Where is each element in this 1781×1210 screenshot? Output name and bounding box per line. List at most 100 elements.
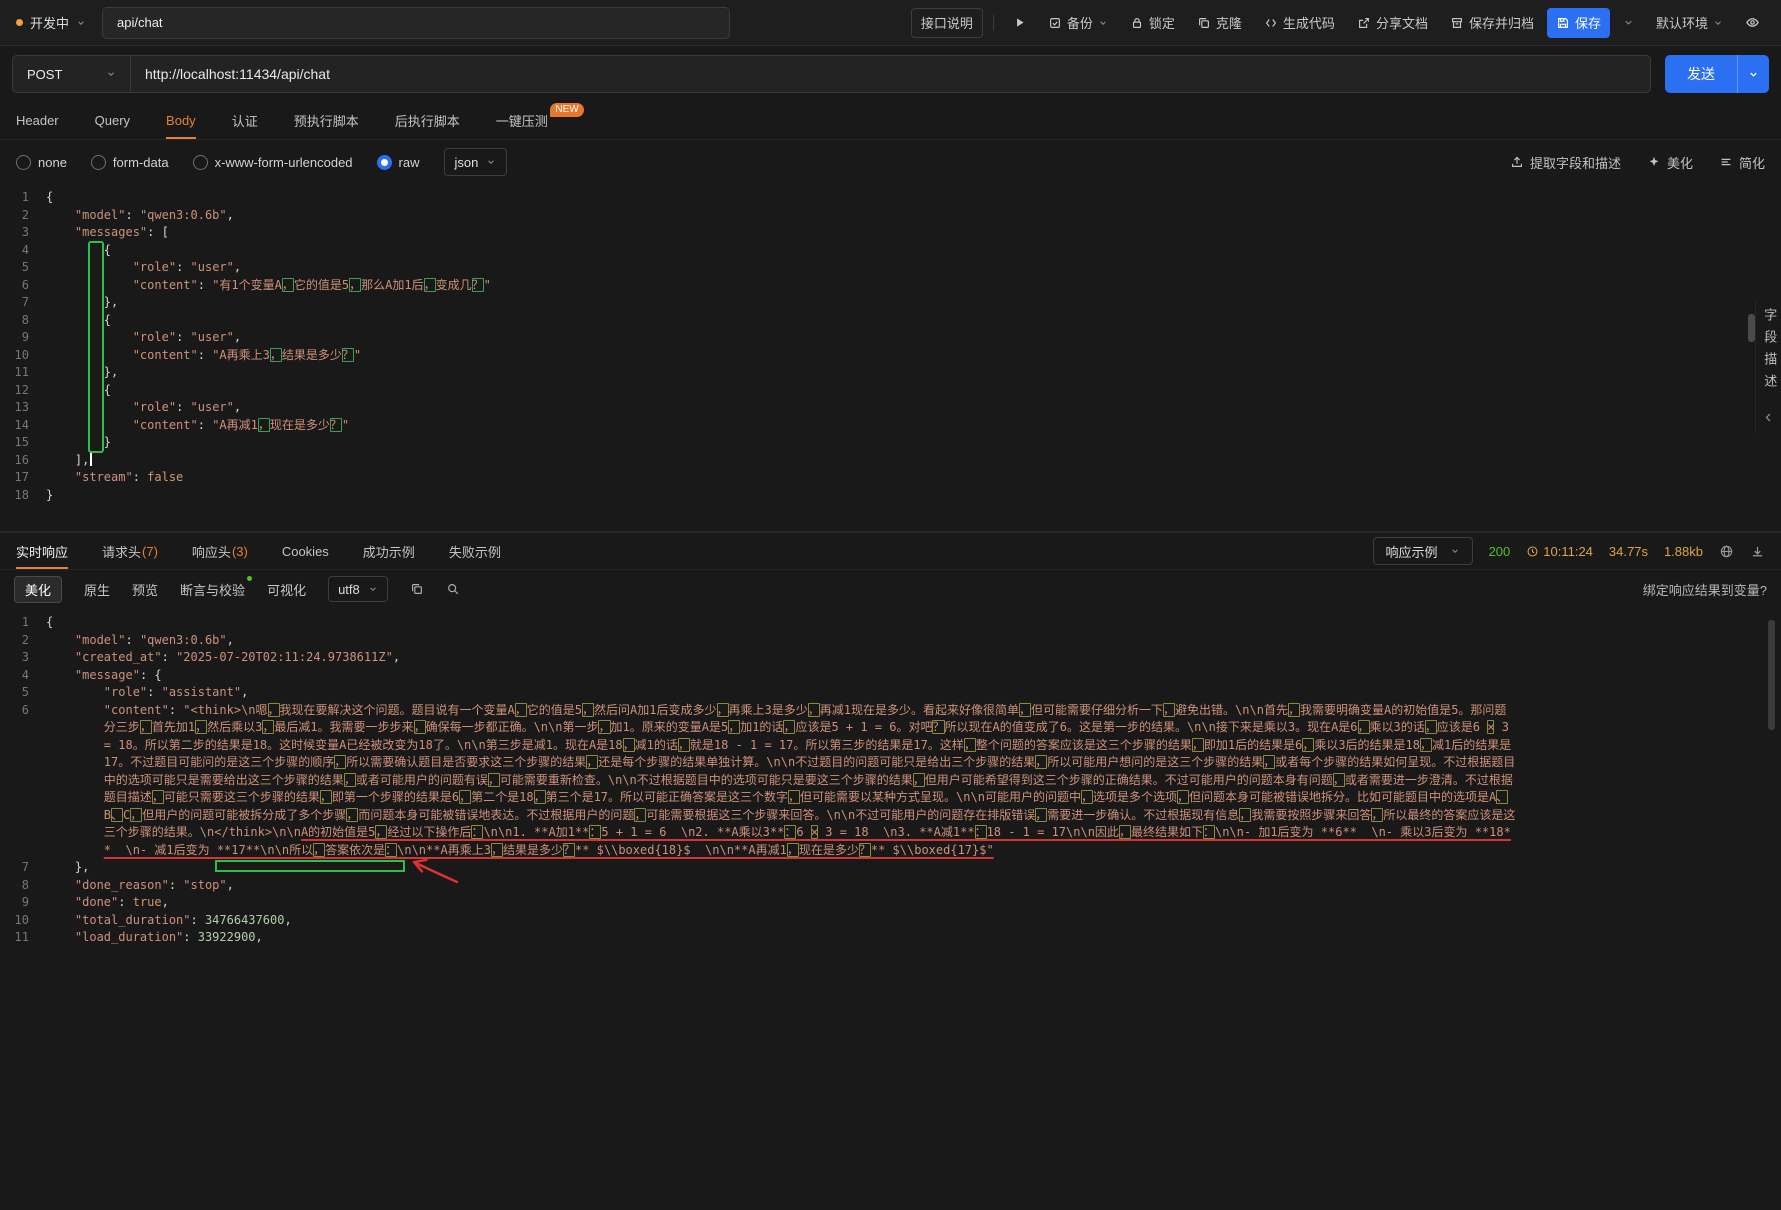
branch-status-dropdown[interactable]: 开发中	[12, 13, 90, 32]
network-button[interactable]	[1719, 544, 1734, 559]
api-doc-button[interactable]: 接口说明	[911, 8, 983, 38]
tab-success-example[interactable]: 成功示例	[363, 533, 415, 569]
field-description-label: 字段描述	[1760, 308, 1778, 396]
code-line-10[interactable]: 10 "content": "A再乘上3，结果是多少？"	[0, 347, 1781, 365]
view-beautify[interactable]: 美化	[14, 576, 62, 603]
tab-response-headers-label: 响应头	[192, 542, 231, 561]
code-line-16[interactable]: 16 ],	[0, 452, 1781, 470]
api-tab[interactable]: api/chat	[102, 7, 730, 39]
body-type-form-data-label: form-data	[113, 155, 169, 170]
body-type-none[interactable]: none	[16, 155, 67, 170]
method-select[interactable]: POST	[12, 55, 130, 93]
save-button[interactable]: 保存	[1547, 8, 1610, 38]
tab-auth[interactable]: 认证	[232, 102, 258, 139]
tab-query[interactable]: Query	[95, 102, 130, 139]
body-type-urlencoded[interactable]: x-www-form-urlencoded	[193, 155, 353, 170]
format-select[interactable]: json	[444, 148, 508, 176]
view-preview[interactable]: 预览	[132, 580, 158, 599]
code-line-12[interactable]: 12 {	[0, 382, 1781, 400]
tab-response-headers[interactable]: 响应头 (3)	[192, 533, 248, 569]
code-line-4[interactable]: 4 "message": {	[0, 667, 1781, 685]
code-line-3[interactable]: 3 "messages": [	[0, 224, 1781, 242]
scrollbar[interactable]	[1748, 314, 1755, 342]
tab-request-headers[interactable]: 请求头 (7)	[102, 533, 158, 569]
code-line-5[interactable]: 5 "role": "user",	[0, 259, 1781, 277]
send-options-button[interactable]	[1738, 55, 1769, 93]
copy-icon	[410, 582, 424, 596]
archive-icon	[1450, 16, 1464, 30]
code-line-8[interactable]: 8 {	[0, 312, 1781, 330]
code-line-2[interactable]: 2 "model": "qwen3:0.6b",	[0, 207, 1781, 225]
fullwidth-char-highlight: ，	[1035, 808, 1047, 822]
tab-stress-test[interactable]: 一键压测 NEW	[496, 102, 548, 139]
response-body-editor[interactable]: 1{2 "model": "qwen3:0.6b",3 "created_at"…	[0, 608, 1781, 1210]
field-description-panel[interactable]: 字段描述	[1755, 302, 1781, 433]
code-line-5[interactable]: 5 "role": "assistant",	[0, 684, 1781, 702]
backup-button[interactable]: 备份	[1039, 8, 1117, 38]
environment-dropdown[interactable]: 默认环境	[1647, 8, 1732, 38]
beautify-button[interactable]: 美化	[1647, 153, 1693, 172]
request-body-editor[interactable]: 1{2 "model": "qwen3:0.6b",3 "messages": …	[0, 184, 1781, 532]
preview-visibility-button[interactable]	[1736, 8, 1769, 38]
code-line-2[interactable]: 2 "model": "qwen3:0.6b",	[0, 632, 1781, 650]
chevron-down-icon	[486, 157, 496, 167]
tab-failure-example[interactable]: 失败示例	[449, 533, 501, 569]
body-type-raw[interactable]: raw	[377, 155, 420, 170]
bind-result-link[interactable]: 绑定响应结果到变量?	[1643, 580, 1767, 599]
body-type-form-data[interactable]: form-data	[91, 155, 169, 170]
code-line-18[interactable]: 18}	[0, 487, 1781, 505]
share-doc-button[interactable]: 分享文档	[1348, 8, 1437, 38]
lock-button[interactable]: 锁定	[1121, 8, 1184, 38]
tab-realtime-response[interactable]: 实时响应	[16, 533, 68, 569]
extract-fields-button[interactable]: 提取字段和描述	[1510, 153, 1621, 172]
download-button[interactable]	[1750, 544, 1765, 559]
code-line-4[interactable]: 4 {	[0, 242, 1781, 260]
code-line-7[interactable]: 7 },	[0, 294, 1781, 312]
tab-pre-script[interactable]: 预执行脚本	[294, 102, 359, 139]
code-line-11[interactable]: 11 },	[0, 364, 1781, 382]
line-number: 7	[0, 859, 46, 877]
copy-response-button[interactable]	[410, 582, 424, 596]
code-line-1[interactable]: 1{	[0, 189, 1781, 207]
share-doc-label: 分享文档	[1376, 13, 1428, 32]
clone-button[interactable]: 克隆	[1188, 8, 1251, 38]
save-archive-button[interactable]: 保存并归档	[1441, 8, 1543, 38]
simplify-button[interactable]: 简化	[1719, 153, 1765, 172]
tab-body-label: Body	[166, 113, 196, 128]
send-button[interactable]: 发送	[1665, 55, 1769, 93]
search-response-button[interactable]	[446, 582, 460, 596]
view-visualize[interactable]: 可视化	[267, 580, 306, 599]
response-headers-count: (3)	[232, 544, 248, 559]
code-line-13[interactable]: 13 "role": "user",	[0, 399, 1781, 417]
generate-code-button[interactable]: 生成代码	[1255, 8, 1344, 38]
scrollbar[interactable]	[1768, 620, 1775, 730]
code-line-6[interactable]: 6 "content": "有1个变量A，它的值是5，那么A加1后，变成几？"	[0, 277, 1781, 295]
tab-cookies[interactable]: Cookies	[282, 533, 329, 569]
code-line-15[interactable]: 15 }	[0, 434, 1781, 452]
code-line-14[interactable]: 14 "content": "A再减1，现在是多少？"	[0, 417, 1781, 435]
code-line-6[interactable]: 6"content": "<think>\n嗯，我现在要解决这个问题。题目说有一…	[0, 702, 1781, 860]
fullwidth-char-highlight: ，	[623, 738, 635, 752]
tab-body[interactable]: Body	[166, 102, 196, 139]
code-line-8[interactable]: 8 "done_reason": "stop",	[0, 877, 1781, 895]
encoding-select[interactable]: utf8	[328, 576, 388, 602]
code-line-11[interactable]: 11 "load_duration": 33922900,	[0, 929, 1781, 947]
code-line-1[interactable]: 1{	[0, 614, 1781, 632]
fullwidth-char-highlight: ×	[1487, 720, 1494, 734]
url-input[interactable]	[130, 55, 1651, 93]
code-line-7[interactable]: 7 },	[0, 859, 1781, 877]
tab-post-script[interactable]: 后执行脚本	[395, 102, 460, 139]
line-number: 10	[0, 912, 46, 930]
view-raw[interactable]: 原生	[84, 580, 110, 599]
code-line-3[interactable]: 3 "created_at": "2025-07-20T02:11:24.973…	[0, 649, 1781, 667]
view-assertions[interactable]: 断言与校验	[180, 580, 245, 599]
code-line-17[interactable]: 17 "stream": false	[0, 469, 1781, 487]
save-more-button[interactable]	[1614, 8, 1643, 38]
code-line-10[interactable]: 10 "total_duration": 34766437600,	[0, 912, 1781, 930]
tab-header[interactable]: Header	[16, 102, 59, 139]
code-line-9[interactable]: 9 "done": true,	[0, 894, 1781, 912]
response-example-dropdown[interactable]: 响应示例	[1373, 537, 1473, 565]
code-line-9[interactable]: 9 "role": "user",	[0, 329, 1781, 347]
format-label: json	[455, 155, 479, 170]
run-button[interactable]	[1004, 8, 1035, 38]
